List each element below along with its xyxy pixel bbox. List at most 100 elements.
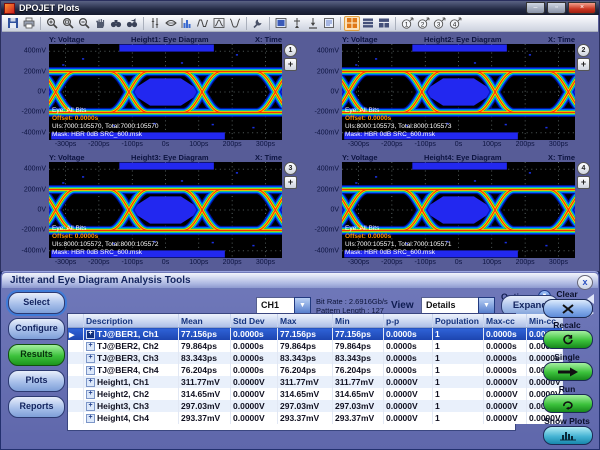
- plot-add-button[interactable]: +: [577, 58, 590, 71]
- expand-row-icon[interactable]: +: [86, 342, 95, 352]
- plot3-shortcut-button[interactable]: 3: [431, 16, 447, 31]
- table-row[interactable]: + Height2, Ch2 314.65mV 0.0000V 314.65mV 314.…: [68, 388, 563, 400]
- layout-grid-button[interactable]: [344, 15, 360, 31]
- value-cell: 0.0000s: [483, 327, 527, 340]
- table-row[interactable]: + TJ@BER3, Ch3 83.343ps 0.0000s 83.343ps 83.3…: [68, 352, 563, 364]
- measurement-name: Height1, Ch1: [97, 376, 149, 387]
- nav-configure-button[interactable]: Configure: [8, 318, 65, 340]
- x-tick: -100ps: [121, 259, 143, 266]
- recalc-button[interactable]: [543, 330, 593, 349]
- single-button[interactable]: [543, 362, 593, 381]
- search-prev-button[interactable]: [108, 16, 124, 31]
- expand-row-icon[interactable]: +: [86, 354, 95, 364]
- run-button[interactable]: [543, 394, 593, 413]
- configure-tool-button[interactable]: [250, 16, 266, 31]
- screen: DPOJET Plots – ▫ × 1 2 3 4 Y: Voltage He…: [0, 0, 600, 450]
- print-button[interactable]: [21, 16, 37, 31]
- source-select[interactable]: CH1: [256, 297, 295, 314]
- table-row[interactable]: + Height4, Ch4 293.37mV 0.0000V 293.37mV 293.…: [68, 412, 563, 424]
- bathtub-plot-button[interactable]: [227, 16, 243, 31]
- zoom-in-button[interactable]: [44, 16, 60, 31]
- plots-window: DPOJET Plots – ▫ × 1 2 3 4 Y: Voltage He…: [0, 0, 600, 272]
- zoom-out-button[interactable]: [76, 16, 92, 31]
- column-header[interactable]: Population: [432, 314, 484, 328]
- plot2-shortcut-button[interactable]: 2: [415, 16, 431, 31]
- export-button[interactable]: [305, 16, 321, 31]
- eye-diagram-canvas[interactable]: Eye: All Bits Offset: 0.0000s UIs:8000:1…: [49, 162, 282, 258]
- panel-close-button[interactable]: x: [577, 275, 593, 290]
- toolbar-separator: [246, 16, 247, 30]
- nav-results-button[interactable]: Results: [8, 344, 65, 366]
- recalc-label: Recalc: [553, 320, 581, 330]
- save-button[interactable]: [5, 16, 21, 31]
- maximize-button[interactable]: ▫: [547, 2, 566, 14]
- summary-button[interactable]: [321, 16, 337, 31]
- table-row[interactable]: + Height1, Ch1 311.77mV 0.0000V 311.77mV 311.…: [68, 376, 563, 388]
- expand-row-icon[interactable]: +: [86, 366, 95, 376]
- row-gutter: [68, 412, 84, 424]
- plot4-shortcut-button[interactable]: 4: [447, 16, 463, 31]
- row-gutter: [68, 400, 84, 412]
- recalc-icon: [563, 334, 573, 344]
- expand-row-icon[interactable]: +: [86, 390, 95, 400]
- column-header[interactable]: Std Dev: [230, 314, 278, 328]
- plot-number-badge[interactable]: 1: [284, 44, 297, 57]
- plot-add-button[interactable]: +: [577, 176, 590, 189]
- close-button[interactable]: ×: [568, 2, 596, 14]
- nav-plots-button[interactable]: Plots: [8, 370, 65, 392]
- description-cell: + TJ@BER1, Ch1: [83, 327, 179, 340]
- print-icon: [23, 17, 35, 29]
- nav-select-button[interactable]: Select: [8, 292, 65, 314]
- table-row[interactable]: + Height3, Ch3 297.03mV 0.0000V 297.03mV 297.…: [68, 400, 563, 412]
- waveform-plot-button[interactable]: [195, 16, 211, 31]
- column-header[interactable]: Min: [332, 314, 384, 328]
- minimize-button[interactable]: –: [526, 2, 545, 14]
- expand-row-icon[interactable]: +: [86, 402, 95, 412]
- table-row[interactable]: + TJ@BER2, Ch2 79.864ps 0.0000s 79.864ps 79.8…: [68, 340, 563, 352]
- table-row[interactable]: ▶ + TJ@BER1, Ch1 77.156ps 0.0000s 77.156ps 77.…: [68, 327, 563, 340]
- eye-plot-button[interactable]: [163, 16, 179, 31]
- plot1-shortcut-button[interactable]: 1: [399, 16, 415, 31]
- layout-mixed-button[interactable]: [376, 16, 392, 31]
- column-header[interactable]: p-p: [383, 314, 433, 328]
- dock-plots-button[interactable]: [273, 16, 289, 31]
- value-cell: 0.0000V: [483, 412, 527, 424]
- spectrum-plot-button[interactable]: [211, 16, 227, 31]
- histogram-plot-button[interactable]: [179, 16, 195, 31]
- plot-number-badge[interactable]: 4: [577, 162, 590, 175]
- table-row[interactable]: + TJ@BER4, Ch4 76.204ps 0.0000s 76.204ps 76.2…: [68, 364, 563, 376]
- offset-annotation: Offset: 0.0000s: [52, 115, 99, 122]
- cursor-readout-button[interactable]: [289, 16, 305, 31]
- description-cell: + TJ@BER3, Ch3: [83, 352, 179, 364]
- column-header[interactable]: Max: [277, 314, 333, 328]
- column-header[interactable]: Mean: [178, 314, 231, 328]
- layout-rows-button[interactable]: [360, 16, 376, 31]
- x-tick: -100ps: [414, 259, 436, 266]
- x-tick: -200ps: [88, 259, 110, 266]
- selected-row-arrow: ▶: [69, 332, 75, 339]
- plot-add-button[interactable]: +: [284, 176, 297, 189]
- column-header[interactable]: Max-cc: [483, 314, 527, 328]
- show-plots-button[interactable]: [543, 426, 593, 445]
- vertical-cursors-button[interactable]: [147, 16, 163, 31]
- plot-number-badge[interactable]: 3: [284, 162, 297, 175]
- y-axis-ticks: 400mV 200mV 0V -200mV -400mV: [302, 44, 342, 140]
- pan-button[interactable]: [92, 16, 108, 31]
- expand-row-icon[interactable]: +: [86, 330, 95, 340]
- plot-add-button[interactable]: +: [284, 58, 297, 71]
- eye-diagram-canvas[interactable]: Eye: All Bits Offset: 0.0000s UIs:7000:1…: [49, 44, 282, 140]
- plot-number-badge[interactable]: 2: [577, 44, 590, 57]
- eye-diagram-canvas[interactable]: Eye: All Bits Offset: 0.0000s UIs:8000:1…: [342, 44, 575, 140]
- view-select[interactable]: Details: [421, 297, 479, 314]
- zoom-region-button[interactable]: [60, 16, 76, 31]
- clear-button[interactable]: [543, 299, 593, 318]
- column-header[interactable]: Description: [83, 314, 179, 328]
- expand-row-icon[interactable]: +: [86, 378, 95, 388]
- search-next-button[interactable]: [124, 16, 140, 31]
- eye-annotation: Eye: All Bits: [345, 107, 380, 114]
- value-cell: 293.37mV: [332, 412, 384, 424]
- plots-window-titlebar[interactable]: DPOJET Plots – ▫ ×: [1, 1, 599, 15]
- expand-row-icon[interactable]: +: [86, 414, 95, 424]
- eye-diagram-canvas[interactable]: Eye: All Bits Offset: 0.0000s UIs:7000:1…: [342, 162, 575, 258]
- nav-reports-button[interactable]: Reports: [8, 396, 65, 418]
